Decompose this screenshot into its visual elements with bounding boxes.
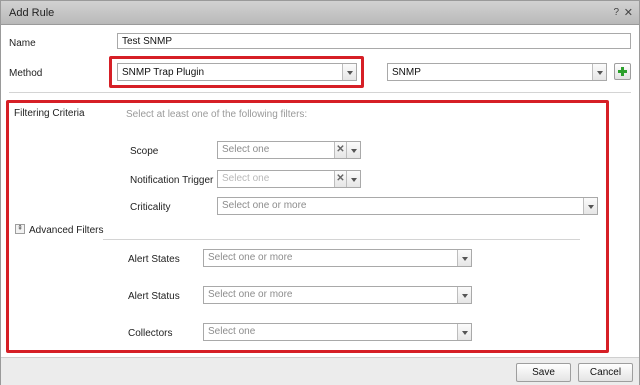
cancel-button[interactable]: Cancel [578, 363, 633, 382]
collectors-placeholder: Select one [208, 326, 256, 337]
alert-states-select[interactable]: Select one or more [203, 249, 472, 267]
chevron-down-icon[interactable] [592, 64, 606, 80]
clear-icon[interactable]: ✕ [334, 142, 346, 158]
save-button[interactable]: Save [516, 363, 571, 382]
help-icon[interactable]: ? [613, 7, 619, 18]
name-input[interactable]: Test SNMP [117, 33, 631, 49]
add-instance-button[interactable] [614, 63, 631, 80]
alert-status-label: Alert Status [128, 291, 180, 302]
advanced-divider [103, 239, 580, 240]
chevron-down-icon[interactable] [346, 171, 360, 187]
alert-status-placeholder: Select one or more [208, 289, 293, 300]
chevron-down-icon[interactable] [583, 198, 597, 214]
scope-select[interactable]: Select one ✕ [217, 141, 361, 159]
chevron-down-icon[interactable] [457, 250, 471, 266]
alert-states-placeholder: Select one or more [208, 252, 293, 263]
add-rule-dialog: Add Rule ? ✕ Name Test SNMP Method SNMP … [0, 0, 640, 385]
filtering-criteria-heading: Filtering Criteria [14, 108, 85, 119]
collectors-label: Collectors [128, 328, 173, 339]
advanced-filters-toggle[interactable]: Advanced Filters [29, 225, 103, 236]
filtering-hint: Select at least one of the following fil… [126, 109, 308, 120]
plugin-instance-select[interactable]: SNMP [387, 63, 607, 81]
alert-states-label: Alert States [128, 254, 180, 265]
name-label: Name [9, 38, 36, 49]
clear-icon[interactable]: ✕ [334, 171, 346, 187]
notification-trigger-placeholder: Select one [222, 173, 270, 184]
method-label: Method [9, 68, 43, 79]
criticality-placeholder: Select one or more [222, 200, 307, 211]
chevron-down-icon[interactable] [457, 287, 471, 303]
dialog-title: Add Rule [9, 7, 55, 19]
collectors-select[interactable]: Select one [203, 323, 472, 341]
scope-label: Scope [130, 146, 159, 157]
notification-trigger-select[interactable]: Select one ✕ [217, 170, 361, 188]
chevron-down-icon[interactable] [457, 324, 471, 340]
scope-placeholder: Select one [222, 144, 270, 155]
method-value: SNMP Trap Plugin [122, 67, 205, 78]
alert-status-select[interactable]: Select one or more [203, 286, 472, 304]
criticality-select[interactable]: Select one or more [217, 197, 598, 215]
close-icon[interactable]: ✕ [624, 6, 633, 19]
plugin-instance-value: SNMP [392, 67, 421, 78]
collapse-icon[interactable]: ⇞ [15, 224, 25, 234]
notification-trigger-label: Notification Trigger [130, 175, 214, 186]
criticality-label: Criticality [130, 202, 171, 213]
chevron-down-icon[interactable] [342, 64, 356, 80]
method-select[interactable]: SNMP Trap Plugin [117, 63, 357, 81]
divider [9, 92, 631, 93]
chevron-down-icon[interactable] [346, 142, 360, 158]
dialog-footer: Save Cancel [1, 357, 639, 385]
title-bar: Add Rule ? ✕ [1, 1, 639, 25]
